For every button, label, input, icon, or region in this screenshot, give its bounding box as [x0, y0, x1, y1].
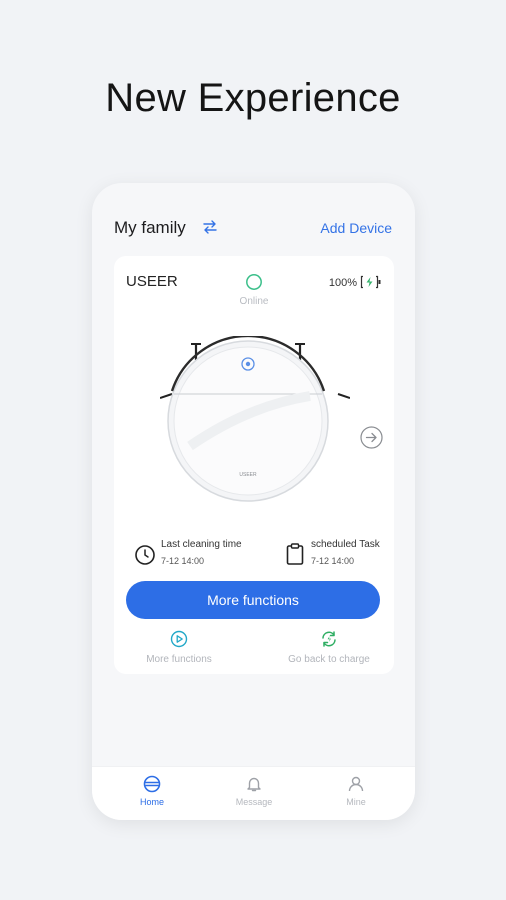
go-back-to-charge-action[interactable]: Go back to charge	[274, 630, 384, 665]
nav-mine-label: Mine	[346, 797, 366, 807]
nav-home[interactable]: Home	[122, 775, 182, 807]
scheduled-task-label: scheduled Task	[311, 539, 380, 550]
top-bar: My family Add Device	[92, 213, 415, 243]
device-name: USEER	[126, 273, 178, 290]
device-card[interactable]: USEER Online 100% USEER Last cleaning ti…	[114, 256, 394, 674]
last-cleaning-info: Last cleaning time 7-12 14:00	[134, 539, 264, 571]
more-functions-button[interactable]: More functions	[126, 581, 380, 619]
family-name[interactable]: My family	[114, 218, 186, 238]
arrow-right-icon[interactable]	[360, 426, 383, 449]
play-icon	[170, 630, 188, 648]
last-cleaning-label: Last cleaning time	[161, 539, 242, 550]
online-status-icon	[246, 274, 262, 290]
nav-message[interactable]: Message	[224, 775, 284, 807]
bell-icon	[247, 777, 261, 792]
nav-home-label: Home	[139, 797, 164, 807]
headline: New Experience	[105, 76, 401, 120]
person-icon	[348, 776, 364, 792]
more-functions-action-label: More functions	[146, 654, 212, 665]
scheduled-task-time: 7-12 14:00	[311, 556, 355, 566]
clock-icon	[135, 545, 155, 565]
phone-frame: My family Add Device USEER Online 100% U…	[92, 183, 415, 820]
switch-family-icon[interactable]	[202, 219, 218, 235]
battery-level: 100%	[328, 277, 357, 289]
more-functions-action[interactable]: More functions	[139, 630, 219, 665]
clipboard-icon	[286, 543, 304, 565]
nav-mine[interactable]: Mine	[326, 775, 386, 807]
add-device-link[interactable]: Add Device	[320, 220, 392, 236]
go-back-to-charge-label: Go back to charge	[288, 654, 370, 665]
scheduled-task-info[interactable]: scheduled Task 7-12 14:00	[284, 539, 394, 571]
robot-vacuum-image: USEER	[160, 336, 350, 502]
last-cleaning-time: 7-12 14:00	[161, 556, 205, 566]
robot-home-icon	[143, 775, 161, 793]
battery-charging-icon	[360, 275, 381, 289]
bottom-nav: Home Message Mine	[92, 766, 415, 820]
recharge-icon	[322, 631, 336, 647]
robot-brand-mark: USEER	[239, 472, 257, 478]
device-status: Online	[239, 296, 269, 307]
nav-message-label: Message	[235, 797, 273, 807]
